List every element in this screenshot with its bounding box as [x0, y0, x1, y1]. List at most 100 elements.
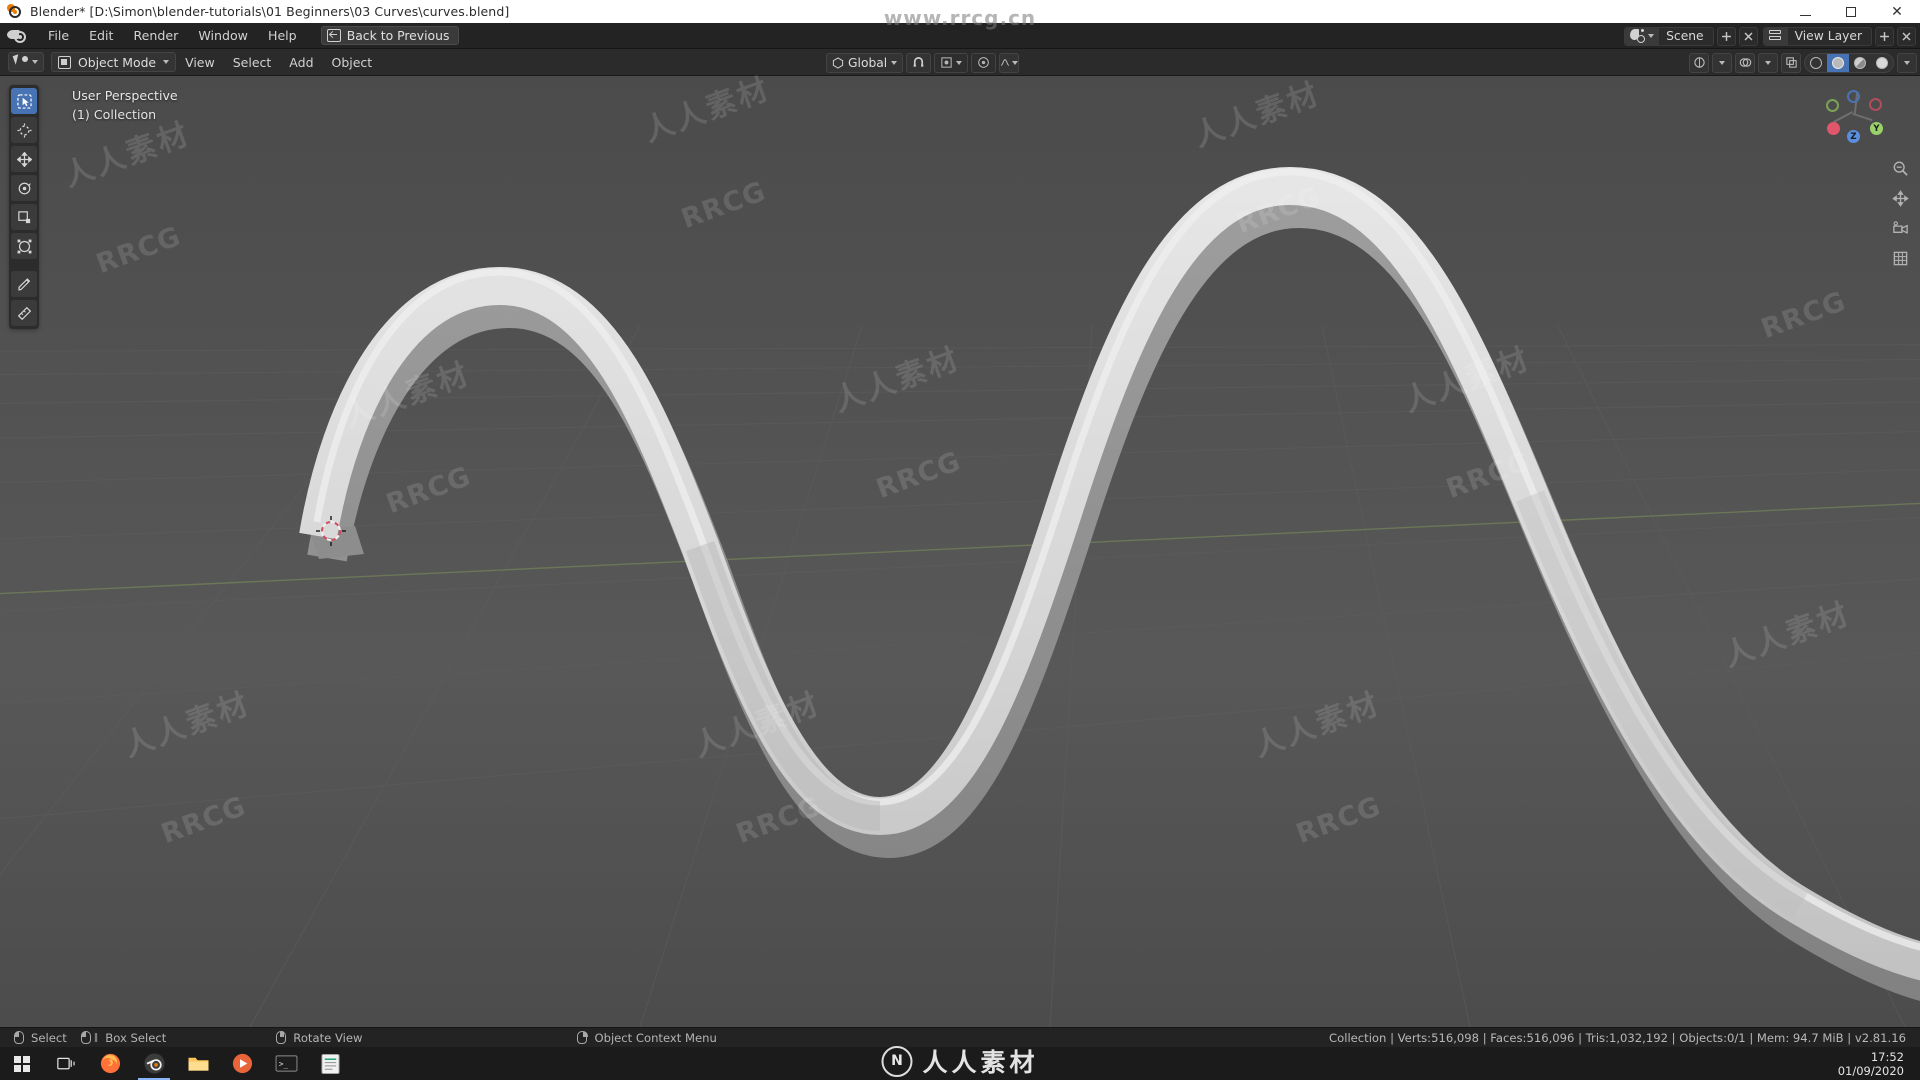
tweak-select-tool[interactable]: [11, 88, 37, 114]
new-view-layer-icon[interactable]: [1875, 26, 1894, 46]
blender-logo-icon[interactable]: [6, 27, 29, 45]
scene-selector[interactable]: Scene: [1624, 26, 1714, 46]
terminal-icon[interactable]: >_: [264, 1047, 308, 1080]
scale-tool[interactable]: [11, 204, 37, 230]
media-player-icon[interactable]: [220, 1047, 264, 1080]
windows-taskbar[interactable]: >_ 17:52 01/09/2020: [0, 1047, 1920, 1080]
status-hint-rotate-view: Rotate View: [276, 1031, 362, 1045]
minimize-button[interactable]: [1782, 0, 1828, 23]
gizmo-ball-z-neg[interactable]: [1847, 90, 1860, 103]
maximize-button[interactable]: [1828, 0, 1874, 23]
view-layer-icon[interactable]: [1763, 27, 1788, 45]
transform-orientation-value: Global: [848, 55, 888, 70]
viewport-canvas: [0, 76, 1920, 1027]
blender-icon[interactable]: [132, 1047, 176, 1080]
transform-orientation-selector[interactable]: Global: [826, 52, 904, 73]
shading-wireframe[interactable]: [1805, 54, 1827, 72]
shading-options-chevron-down-icon[interactable]: [1897, 52, 1917, 73]
shading-material-preview[interactable]: [1849, 54, 1871, 72]
gizmo-options-chevron-down-icon[interactable]: [1712, 52, 1732, 73]
zoom-icon[interactable]: [1890, 158, 1910, 178]
blender-topbar[interactable]: File Edit Render Window Help Back to Pre…: [0, 23, 1920, 49]
status-hint-rotate-view-label: Rotate View: [293, 1030, 363, 1045]
remove-view-layer-icon[interactable]: [1897, 26, 1916, 46]
gizmo-ball-x-pos[interactable]: [1869, 98, 1882, 111]
taskbar-time: 17:52: [1870, 1049, 1904, 1064]
back-arrow-icon: [326, 29, 341, 42]
close-button[interactable]: ✕: [1874, 0, 1920, 23]
cursor-tool[interactable]: [11, 117, 37, 143]
proportional-editing-toggle[interactable]: [971, 52, 997, 73]
scene-name: Scene: [1666, 29, 1704, 43]
shading-rendered[interactable]: [1871, 54, 1893, 72]
xray-icon[interactable]: [1781, 52, 1801, 73]
viewport-center-tools[interactable]: Global: [826, 49, 1020, 76]
viewport-shading-modes[interactable]: [1804, 52, 1894, 73]
menu-edit[interactable]: Edit: [79, 25, 123, 46]
menu-help[interactable]: Help: [258, 25, 307, 46]
rotate-tool[interactable]: [11, 175, 37, 201]
window-controls[interactable]: ✕: [1782, 0, 1920, 23]
windows-start-icon[interactable]: [0, 1047, 44, 1080]
left-mouse-drag-icon: [80, 1030, 91, 1044]
notepad-icon[interactable]: [308, 1047, 352, 1080]
move-tool[interactable]: [11, 146, 37, 172]
show-overlays-icon[interactable]: [1735, 52, 1755, 73]
menu-render[interactable]: Render: [123, 25, 188, 46]
transform-tool[interactable]: [11, 233, 37, 259]
viewport-menu-select[interactable]: Select: [224, 52, 281, 73]
move-view-icon[interactable]: [1890, 188, 1910, 208]
viewport-header[interactable]: Object Mode View Select Add Object Globa…: [0, 49, 1920, 76]
gizmo-ball-y-pos[interactable]: Y: [1870, 122, 1883, 135]
show-gizmo-icon[interactable]: [1689, 52, 1709, 73]
status-bar: Select ‖ Box Select Rotate View Object C…: [0, 1027, 1920, 1047]
overlay-options-chevron-down-icon[interactable]: [1758, 52, 1778, 73]
gizmo-ball-x-neg[interactable]: [1827, 122, 1840, 135]
viewport-menu-view[interactable]: View: [176, 52, 224, 73]
gizmo-axis-x: [1832, 110, 1854, 124]
status-hint-box-select-label: Box Select: [105, 1030, 167, 1045]
navigation-gizmo[interactable]: Y Z: [1822, 86, 1884, 148]
file-explorer-icon[interactable]: [176, 1047, 220, 1080]
status-hint-select: Select: [13, 1030, 67, 1045]
toggle-ortho-icon[interactable]: [1890, 248, 1910, 268]
gizmo-ball-y-neg[interactable]: [1826, 99, 1839, 112]
viewport-menu-add[interactable]: Add: [280, 52, 322, 73]
left-mouse-icon: [13, 1030, 24, 1044]
annotate-tool[interactable]: [11, 271, 37, 297]
status-hint-box-select: ‖ Box Select: [80, 1030, 167, 1045]
interaction-mode-label: Object Mode: [78, 54, 157, 70]
snap-toggle[interactable]: [906, 52, 932, 73]
shading-solid[interactable]: [1827, 53, 1849, 72]
viewport-toolbar[interactable]: [9, 85, 39, 329]
measure-tool[interactable]: [11, 300, 37, 326]
proportional-falloff-selector[interactable]: [999, 52, 1020, 73]
window-titlebar[interactable]: Blender* [D:\Simon\blender-tutorials\01 …: [0, 0, 1920, 23]
status-hint-select-label: Select: [31, 1030, 67, 1045]
svg-text:>_: >_: [278, 1059, 288, 1068]
viewport-nav-buttons[interactable]: [1890, 158, 1910, 268]
menu-file[interactable]: File: [38, 25, 79, 46]
viewport-header-right[interactable]: [1689, 49, 1917, 76]
gizmo-ball-z-pos[interactable]: Z: [1847, 130, 1860, 143]
menu-window[interactable]: Window: [188, 25, 258, 46]
topbar-right-group[interactable]: Scene View Layer: [1619, 23, 1920, 49]
taskbar-clock[interactable]: 17:52 01/09/2020: [1838, 1050, 1904, 1078]
camera-view-icon[interactable]: [1890, 218, 1910, 238]
view-layer-selector[interactable]: View Layer: [1762, 26, 1872, 46]
blender-application-window: User Perspective (1) Collection Y Z Blen…: [0, 0, 1920, 1080]
scene-icon[interactable]: [1625, 27, 1660, 45]
new-scene-icon[interactable]: [1716, 26, 1736, 46]
unlink-scene-icon[interactable]: [1738, 26, 1758, 46]
3d-viewport[interactable]: User Perspective (1) Collection Y Z: [0, 76, 1920, 1027]
gizmo-axis-y: [1852, 112, 1873, 122]
firefox-icon[interactable]: [88, 1047, 132, 1080]
viewport-menu-object[interactable]: Object: [323, 52, 382, 73]
blender-app-icon: [7, 3, 23, 20]
interaction-mode-selector[interactable]: Object Mode: [51, 52, 177, 72]
back-to-previous-button[interactable]: Back to Previous: [320, 26, 460, 45]
scene-statistics: Collection | Verts:516,098 | Faces:516,0…: [1329, 1030, 1906, 1045]
task-view-icon[interactable]: [44, 1047, 88, 1080]
snap-target-selector[interactable]: [934, 52, 969, 73]
editor-type-icon[interactable]: [8, 52, 44, 72]
